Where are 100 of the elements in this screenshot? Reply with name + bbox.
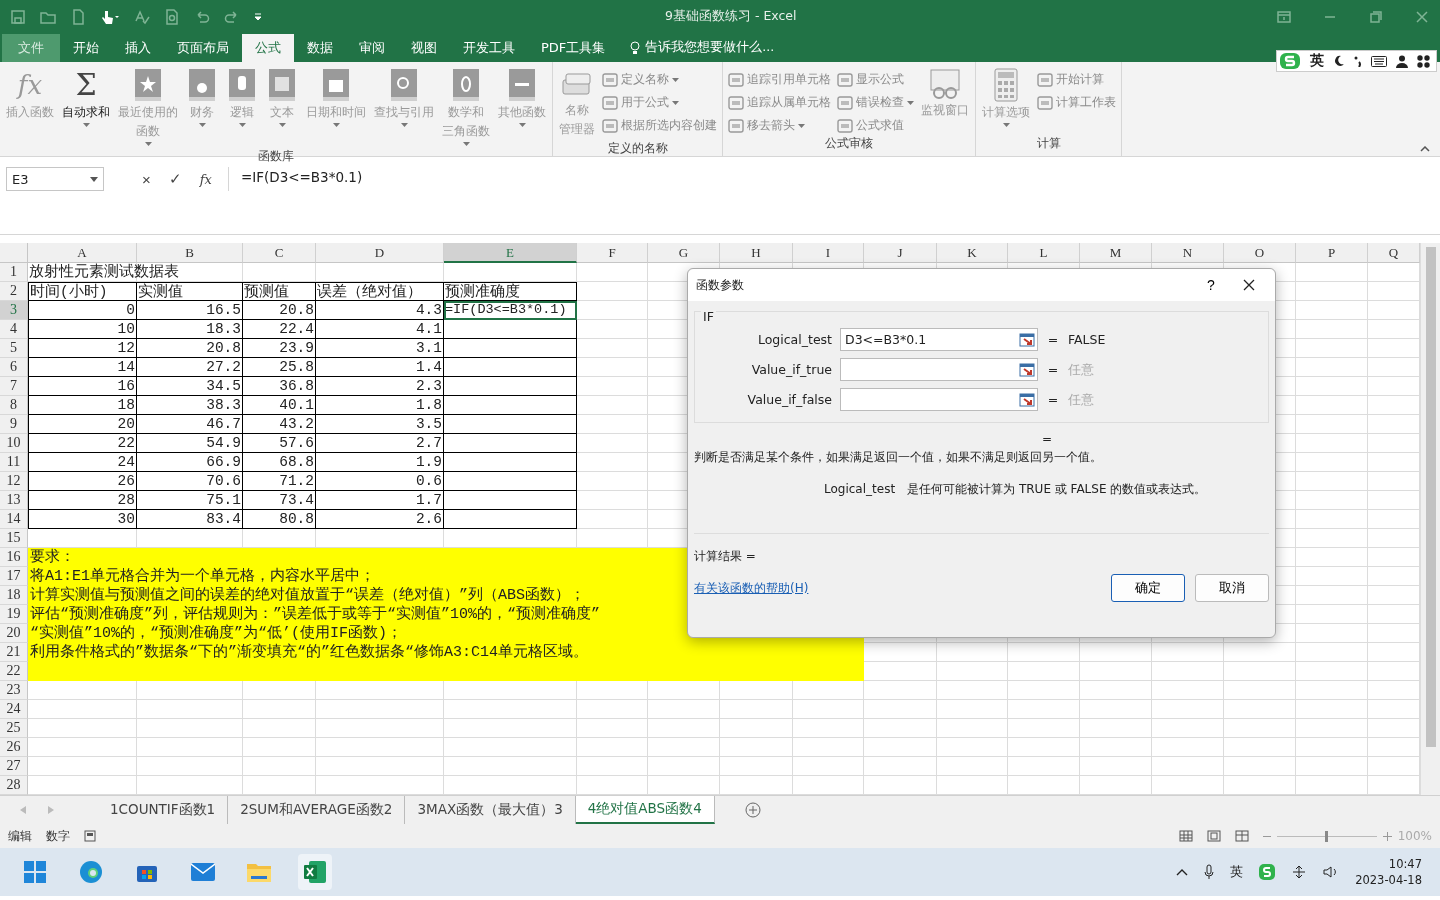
cancel-button[interactable]: ×: [142, 170, 151, 188]
macro-record-icon[interactable]: [84, 830, 96, 842]
zoom-in-icon[interactable]: [1382, 831, 1392, 841]
help-link[interactable]: 有关该函数的帮助(H): [694, 580, 1101, 596]
page-break-icon[interactable]: [1234, 830, 1249, 842]
grid-icon[interactable]: [1417, 54, 1430, 68]
moon-icon[interactable]: [1333, 55, 1345, 67]
column-header[interactable]: P: [1296, 243, 1368, 263]
column-header[interactable]: Q: [1368, 243, 1420, 263]
ribbon-tab[interactable]: 公式: [242, 34, 294, 62]
microphone-icon[interactable]: [1204, 864, 1215, 880]
column-header[interactable]: C: [243, 243, 316, 263]
ribbon-tab[interactable]: 页面布局: [164, 34, 242, 62]
chevron-up-icon[interactable]: [1176, 868, 1189, 876]
ime-mode[interactable]: 英: [1310, 52, 1324, 70]
clock-date[interactable]: 2023-04-18: [1355, 872, 1422, 888]
column-header[interactable]: K: [937, 243, 1008, 263]
ribbon-tab[interactable]: 审阅: [346, 34, 398, 62]
row-header[interactable]: 7: [0, 377, 28, 396]
column-header[interactable]: I: [793, 243, 864, 263]
ribbon-tab[interactable]: 数据: [294, 34, 346, 62]
column-header[interactable]: M: [1080, 243, 1152, 263]
row-header[interactable]: 15: [0, 529, 28, 548]
restore-icon[interactable]: [1368, 8, 1384, 25]
ribbon-tab[interactable]: 开发工具: [450, 34, 528, 62]
document-icon[interactable]: [70, 8, 86, 25]
cell-editor[interactable]: =IF(D3<=B3*0.1): [444, 301, 577, 320]
column-header[interactable]: B: [137, 243, 243, 263]
spelling-check-icon[interactable]: [134, 8, 150, 25]
row-header[interactable]: 8: [0, 396, 28, 415]
column-header[interactable]: N: [1152, 243, 1224, 263]
row-header[interactable]: 21: [0, 643, 28, 662]
name-box[interactable]: E3: [6, 167, 104, 191]
collapse-ribbon-icon[interactable]: [1420, 146, 1430, 152]
prev-sheet-icon[interactable]: [20, 806, 26, 814]
argument-input[interactable]: [840, 358, 1038, 381]
column-header[interactable]: F: [577, 243, 648, 263]
row-header[interactable]: 5: [0, 339, 28, 358]
s-logo-icon[interactable]: [1279, 52, 1301, 70]
s-logo-icon[interactable]: [1259, 864, 1276, 880]
column-header[interactable]: A: [28, 243, 137, 263]
row-header[interactable]: 27: [0, 757, 28, 776]
cancel-button[interactable]: 取消: [1195, 574, 1269, 602]
punctuation-icon[interactable]: [1354, 55, 1362, 67]
row-header[interactable]: 24: [0, 700, 28, 719]
ribbon-display-icon[interactable]: [1276, 8, 1292, 25]
row-header[interactable]: 16: [0, 548, 28, 567]
row-header[interactable]: 20: [0, 624, 28, 643]
close-icon[interactable]: [1414, 8, 1430, 25]
user-icon[interactable]: [1396, 54, 1408, 68]
enter-button[interactable]: ✓: [168, 170, 182, 188]
redo-icon[interactable]: [224, 8, 240, 25]
row-header[interactable]: 12: [0, 472, 28, 491]
row-header[interactable]: 14: [0, 510, 28, 529]
customize-icon[interactable]: [254, 12, 262, 21]
row-header[interactable]: 1: [0, 263, 28, 282]
column-header[interactable]: L: [1008, 243, 1080, 263]
column-header[interactable]: J: [864, 243, 937, 263]
row-header[interactable]: 17: [0, 567, 28, 586]
row-header[interactable]: 22: [0, 662, 28, 681]
touch-mode-icon[interactable]: [100, 8, 120, 25]
row-header[interactable]: 4: [0, 320, 28, 339]
clock-time[interactable]: 10:47: [1388, 856, 1422, 872]
column-header[interactable]: D: [316, 243, 444, 263]
ribbon-tab[interactable]: PDF工具集: [528, 34, 619, 62]
argument-input[interactable]: D3<=B3*0.1: [840, 328, 1038, 351]
sheet-tab[interactable]: 4绝对值ABS函数4: [575, 796, 715, 824]
help-button[interactable]: ?: [1191, 276, 1231, 294]
row-header[interactable]: 13: [0, 491, 28, 510]
column-header[interactable]: H: [720, 243, 793, 263]
row-header[interactable]: 26: [0, 738, 28, 757]
keyboard-icon[interactable]: [1371, 55, 1387, 67]
column-header[interactable]: O: [1224, 243, 1296, 263]
row-header[interactable]: 6: [0, 358, 28, 377]
normal-view-icon[interactable]: [1178, 830, 1193, 842]
ribbon-tab[interactable]: 插入: [112, 34, 164, 62]
row-header[interactable]: 28: [0, 776, 28, 795]
row-header[interactable]: 2: [0, 282, 28, 301]
undo-icon[interactable]: [194, 8, 210, 25]
tell-me-search[interactable]: 告诉我您想要做什么...: [645, 39, 775, 56]
row-header[interactable]: 25: [0, 719, 28, 738]
ribbon-button[interactable]: Σ 自动求和: [59, 66, 113, 148]
insert-function-button[interactable]: fx: [199, 171, 212, 187]
row-header[interactable]: 10: [0, 434, 28, 453]
row-header[interactable]: 18: [0, 586, 28, 605]
ribbon-tab[interactable]: 开始: [60, 34, 112, 62]
row-header[interactable]: 9: [0, 415, 28, 434]
row-header[interactable]: 23: [0, 681, 28, 700]
ribbon-tab[interactable]: 视图: [398, 34, 450, 62]
ok-button[interactable]: 确定: [1111, 574, 1185, 602]
row-header[interactable]: 3: [0, 301, 28, 320]
add-sheet-icon[interactable]: [744, 802, 761, 818]
page-layout-icon[interactable]: [1206, 830, 1221, 842]
save-icon[interactable]: [10, 8, 26, 25]
column-header[interactable]: E: [444, 243, 577, 263]
formula-input[interactable]: =IF(D3<=B3*0.1): [234, 167, 1440, 237]
column-header[interactable]: G: [648, 243, 720, 263]
taskbar-app[interactable]: [298, 854, 332, 890]
next-sheet-icon[interactable]: [48, 806, 54, 814]
zoom-thumb[interactable]: [1325, 830, 1329, 842]
